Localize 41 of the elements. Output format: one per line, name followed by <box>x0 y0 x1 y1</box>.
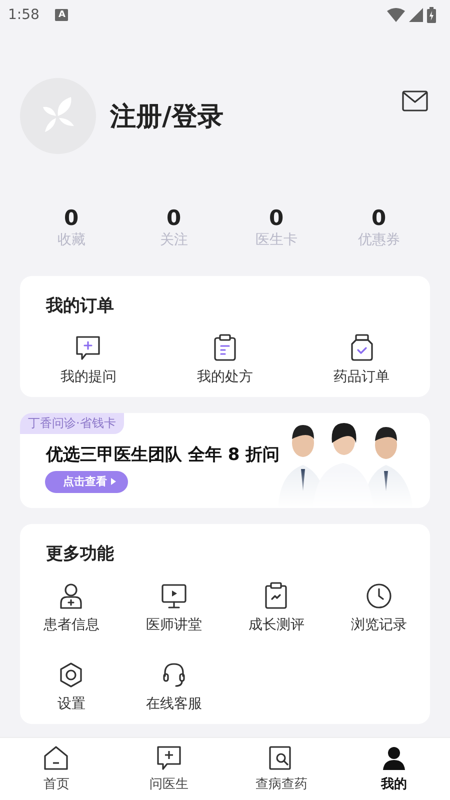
nav-tab[interactable]: 我的 <box>338 738 450 800</box>
mail-icon[interactable] <box>402 90 428 112</box>
monitor-play-icon <box>160 583 187 609</box>
battery-icon <box>427 7 436 23</box>
settings-icon <box>59 662 84 688</box>
menu-item[interactable]: 患者信息 <box>43 615 100 635</box>
wifi-icon <box>387 8 405 22</box>
menu-item[interactable]: 在线客服 <box>146 694 202 714</box>
chat-plus-icon <box>75 335 102 361</box>
chat-plus-icon <box>156 745 182 771</box>
nav-tab[interactable]: 问医生 <box>112 738 225 800</box>
medicine-jar-icon <box>350 334 374 361</box>
clock-icon <box>366 583 392 609</box>
section-title: 更多功能 <box>46 543 115 566</box>
login-title[interactable]: 注册/登录 <box>110 98 402 134</box>
home-icon <box>43 745 70 771</box>
menu-item[interactable]: 成长测评 <box>248 615 304 635</box>
menu-item[interactable]: 设置 <box>57 694 86 714</box>
promo-tag: 丁香问诊·省钱卡 <box>20 413 124 434</box>
play-triangle-icon <box>111 478 116 485</box>
clipboard-icon <box>212 334 237 361</box>
menu-item[interactable]: 浏览记录 <box>350 615 407 635</box>
promo-headline: 优选三甲医生团队 全年 8 折问 <box>46 444 280 466</box>
nav-tab[interactable]: 查病查药 <box>225 738 338 800</box>
menu-item[interactable]: 药品订单 <box>334 367 390 387</box>
user-plus-icon <box>59 583 84 609</box>
menu-item[interactable]: 医师讲堂 <box>146 615 202 635</box>
section-title: 我的订单 <box>46 295 115 318</box>
stat-count[interactable]: 0 <box>371 206 386 230</box>
nav-tab[interactable]: 首页 <box>0 738 112 800</box>
notification-badge: A <box>55 9 68 21</box>
menu-item[interactable]: 我的处方 <box>196 367 253 387</box>
stat-count[interactable]: 0 <box>268 206 284 230</box>
stat-count[interactable]: 0 <box>166 206 182 230</box>
signal-icon <box>409 8 423 22</box>
clipboard-chart-icon <box>264 582 288 609</box>
clock-time: 1:58 <box>8 7 40 23</box>
headset-icon <box>162 662 186 688</box>
stat-count[interactable]: 0 <box>64 206 79 230</box>
person-icon <box>380 745 407 771</box>
menu-item[interactable]: 我的提问 <box>60 367 116 387</box>
